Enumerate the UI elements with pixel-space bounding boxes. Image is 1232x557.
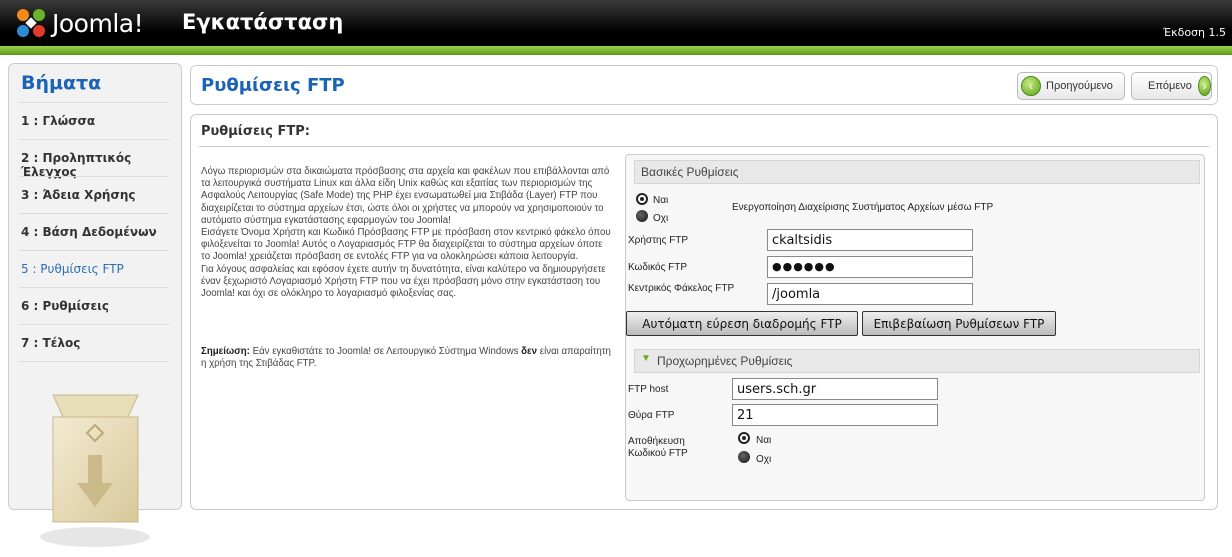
ftp-user-input[interactable]: ckaltsidis [767,229,973,251]
divider [19,250,169,251]
note-bold: δεν [521,346,538,357]
ftp-password-label: Κωδικός FTP [628,262,688,273]
next-button[interactable]: Επόμενο › [1131,72,1212,100]
ftp-description: Λόγω περιορισμών στα δικαιώματα πρόσβαση… [201,166,611,300]
description-paragraph-2: Εισάγετε Όνομα Χρήστη και Κωδικό Πρόσβασ… [201,227,611,263]
arrow-left-icon: ‹ [1021,76,1041,96]
description-paragraph-1: Λόγω περιορισμών στα δικαιώματα πρόσβαση… [201,166,610,226]
ftp-enable-yes-label: Ναι [653,195,669,206]
windows-note: Σημείωση: Εάν εγκαθιστάτε το Joomla! σε … [201,346,611,370]
step-precheck: 2 : Προληπτικός Έλεγχος [21,151,132,179]
save-password-no-label: Οχι [756,454,772,465]
steps-sidebar: Βήματα 1 : Γλώσσα 2 : Προληπτικός Έλεγχο… [8,63,182,547]
settings-box: Βασικές Ρυθμίσεις Ναι Οχι Ενεργοποίηση Δ… [625,154,1205,501]
step-database: 4 : Βάση Δεδομένων [21,225,157,239]
step-language: 1 : Γλώσσα [21,114,96,128]
ftp-settings-panel: Ρυθμίσεις FTP: Λόγω περιορισμών στα δικα… [190,114,1218,510]
page-title: Ρυθμίσεις FTP [201,75,345,96]
autofind-ftp-path-button[interactable]: Αυτόματη εύρεση διαδρομής FTP [626,311,858,336]
divider [19,176,169,177]
save-password-label: Αποθήκευση Κωδικού FTP [628,436,688,459]
ftp-enable-label: Ενεργοποίηση Διαχείρισης Συστήματος Αρχε… [732,202,994,213]
ftp-user-label: Χρήστης FTP [628,235,689,246]
basic-settings-header: Βασικές Ρυθμίσεις [634,160,1200,184]
section-heading: Ρυθμίσεις FTP: [201,124,311,139]
page-toolbar: Ρυθμίσεις FTP ‹ Προηγούμενο Επόμενο › [190,65,1218,105]
arrow-right-icon: › [1197,76,1211,96]
save-password-yes-radio[interactable] [738,432,750,444]
joomla-logo: Joomla! [14,6,144,40]
page-header-title: Εγκατάσταση [182,10,344,34]
ftp-password-input[interactable]: ●●●●●● [767,256,973,278]
ftp-host-label: FTP host [628,384,669,395]
divider [19,324,169,325]
triangle-down-icon: ▼ [641,353,651,364]
ftp-enable-yes-radio[interactable] [636,193,648,205]
description-paragraph-3: Για λόγους ασφαλείας και εφόσον έχετε αυ… [201,263,606,300]
advanced-settings-header[interactable]: ▼ Προχωρημένες Ρυθμίσεις [634,349,1200,373]
verify-ftp-settings-button[interactable]: Επιβεβαίωση Ρυθμίσεων FTP [862,311,1056,336]
ftp-root-input[interactable]: /joomla [767,283,973,305]
previous-button[interactable]: ‹ Προηγούμενο [1017,72,1125,100]
ftp-enable-no-radio[interactable] [636,210,648,222]
brand-name: Joomla! [52,8,144,38]
joomla-logo-icon [17,9,45,37]
ftp-port-label: Θύρα FTP [628,410,675,421]
divider [19,139,169,140]
version-label: Έκδοση 1.5 [1162,26,1226,39]
header-bar: Joomla! Εγκατάσταση Έκδοση 1.5 [0,0,1232,46]
save-password-yes-label: Ναι [756,435,772,446]
divider [19,287,169,288]
previous-button-label: Προηγούμενο [1046,80,1113,92]
step-finish: 7 : Τέλος [21,336,81,350]
install-box-icon [40,394,150,547]
header-accent-bar [0,46,1232,55]
ftp-root-label: Κεντρικός Φάκελος FTP [628,283,735,294]
ftp-enable-no-label: Οχι [653,213,669,224]
divider [19,102,169,103]
step-ftp: 5 : Ρυθμίσεις FTP [21,262,124,276]
ftp-host-input[interactable]: users.sch.gr [732,378,938,400]
sidebar-heading: Βήματα [21,72,102,94]
save-password-no-radio[interactable] [738,451,750,463]
step-license: 3 : Άδεια Χρήσης [21,188,136,202]
divider [199,146,1209,147]
divider [19,213,169,214]
ftp-port-input[interactable]: 21 [732,404,938,426]
note-text-a: Εάν εγκαθιστάτε το Joomla! σε Λειτουργικ… [252,346,519,357]
advanced-settings-label: Προχωρημένες Ρυθμίσεις [657,354,793,368]
note-label: Σημείωση: [201,346,250,357]
next-button-label: Επόμενο [1148,80,1192,92]
step-configuration: 6 : Ρυθμίσεις [21,299,109,313]
divider [19,361,169,362]
